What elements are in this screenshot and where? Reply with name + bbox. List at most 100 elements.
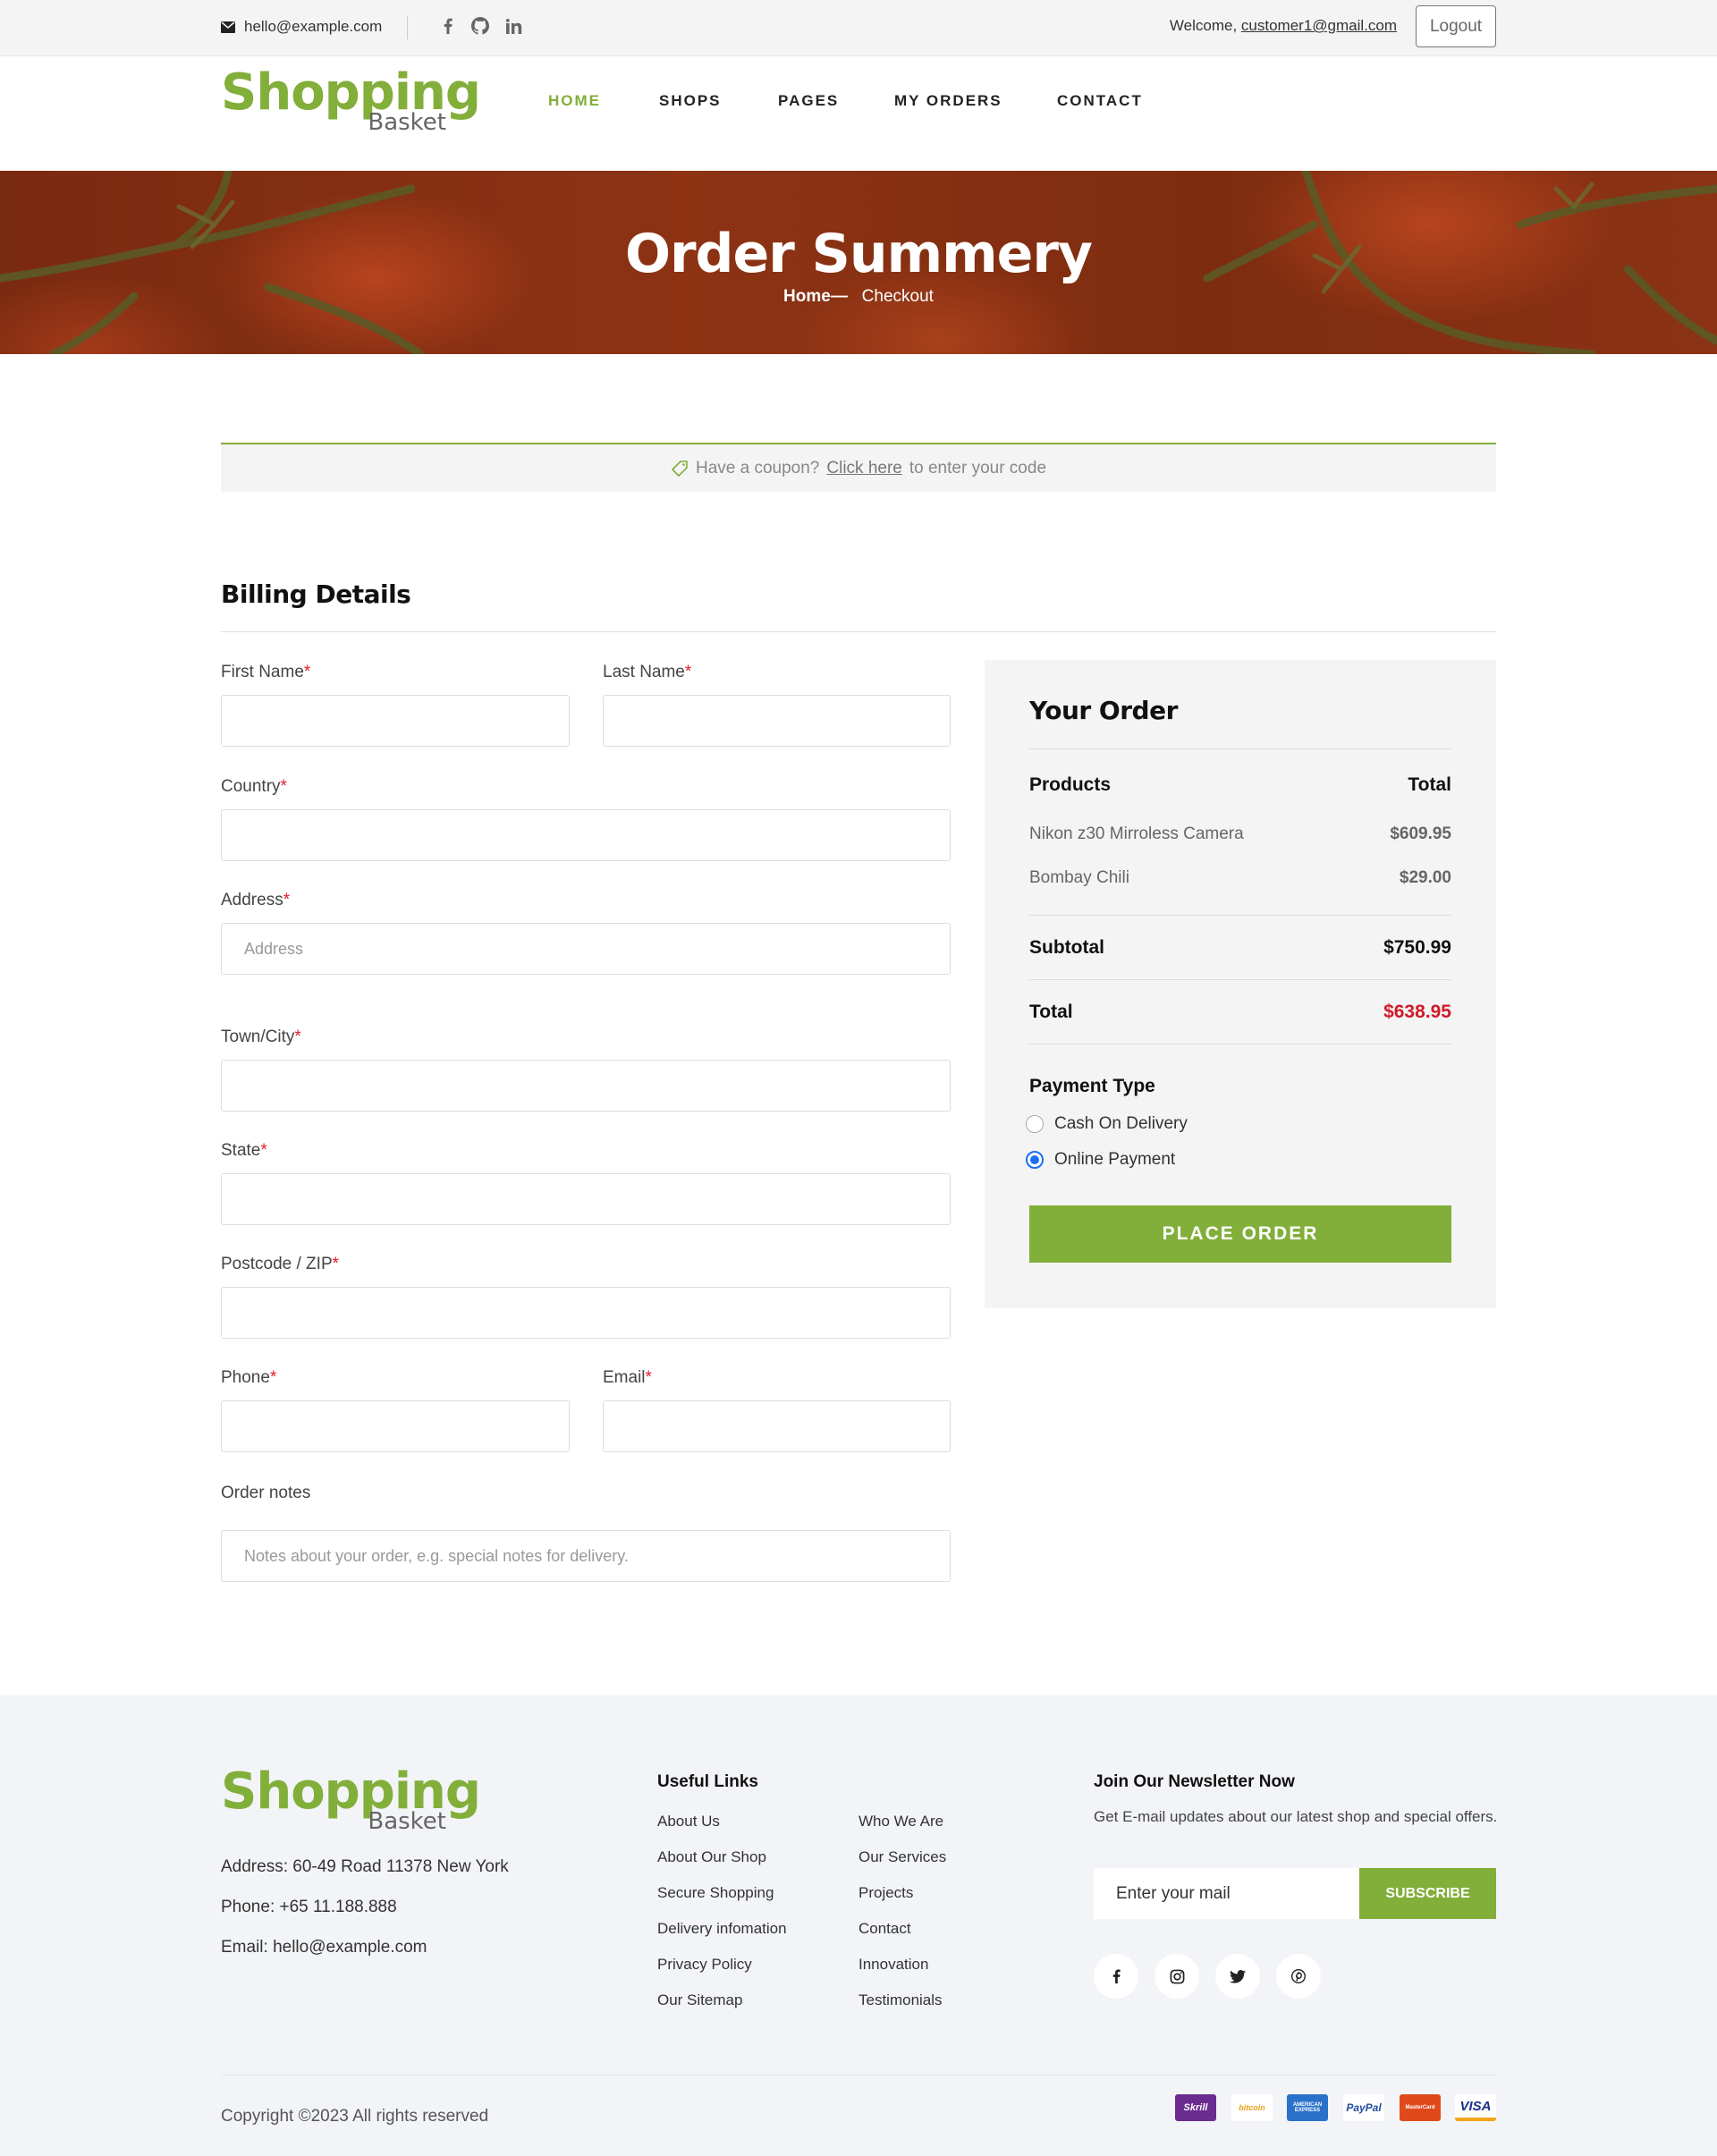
copyright-text: Copyright ©2023 All rights reserved <box>221 2107 489 2126</box>
subtotal-label: Subtotal <box>1029 937 1104 958</box>
total-value: $638.95 <box>1383 1002 1451 1022</box>
bitcoin-icon: bitcoin <box>1231 2094 1273 2121</box>
nav-pages[interactable]: PAGES <box>778 92 839 110</box>
nav-contact[interactable]: CONTACT <box>1057 92 1143 110</box>
divider <box>1029 979 1451 980</box>
site-logo[interactable]: Shopping Basket <box>221 68 481 140</box>
postcode-field[interactable] <box>221 1287 951 1339</box>
pinterest-icon[interactable] <box>1276 1954 1321 1999</box>
welcome-text: Welcome, customer1@gmail.com <box>1170 17 1397 35</box>
twitter-icon[interactable] <box>1215 1954 1260 1999</box>
state-field[interactable] <box>221 1173 951 1225</box>
tag-icon <box>672 460 688 477</box>
billing-title: Billing Details <box>221 579 411 609</box>
breadcrumb-current: Checkout <box>861 287 934 306</box>
footer-link-delivery[interactable]: Delivery infomation <box>657 1920 787 1938</box>
footer-link-about-shop[interactable]: About Our Shop <box>657 1848 766 1866</box>
order-title: Your Order <box>1029 696 1178 725</box>
address-label: Address* <box>221 891 291 909</box>
paypal-icon: PayPal <box>1343 2094 1384 2121</box>
first-name-field[interactable] <box>221 695 570 747</box>
footer-link-about-us[interactable]: About Us <box>657 1813 720 1830</box>
radio-button[interactable] <box>1026 1115 1044 1133</box>
order-notes-label: Order notes <box>221 1484 311 1502</box>
footer-logo[interactable]: Shopping Basket <box>221 1767 481 1839</box>
github-icon[interactable] <box>469 14 492 38</box>
useful-links-title: Useful Links <box>657 1772 758 1791</box>
coupon-suffix: to enter your code <box>909 458 1047 478</box>
divider <box>1029 748 1451 749</box>
state-label: State* <box>221 1141 267 1160</box>
town-field[interactable] <box>221 1060 951 1112</box>
footer-link-innovation[interactable]: Innovation <box>858 1956 928 1974</box>
page-banner: Order Summery Home— Checkout <box>0 171 1717 354</box>
radio-button-selected[interactable] <box>1026 1151 1044 1169</box>
footer-link-sitemap[interactable]: Our Sitemap <box>657 1991 742 2009</box>
town-label: Town/City* <box>221 1027 301 1046</box>
footer-link-secure-shopping[interactable]: Secure Shopping <box>657 1884 774 1902</box>
footer-link-services[interactable]: Our Services <box>858 1848 946 1866</box>
divider <box>221 631 1496 632</box>
last-name-field[interactable] <box>603 695 951 747</box>
facebook-icon[interactable] <box>1094 1954 1138 1999</box>
logout-button[interactable]: Logout <box>1416 5 1496 47</box>
total-header: Total <box>1408 774 1451 795</box>
payment-option-label: Online Payment <box>1054 1150 1176 1169</box>
newsletter-description: Get E-mail updates about our latest shop… <box>1094 1808 1498 1825</box>
divider <box>1029 915 1451 916</box>
country-field[interactable] <box>221 809 951 861</box>
facebook-icon[interactable] <box>436 14 460 38</box>
page-title: Order Summery <box>624 223 1093 285</box>
instagram-icon[interactable] <box>1155 1954 1199 1999</box>
country-label: Country* <box>221 777 287 796</box>
address-field[interactable] <box>221 923 951 975</box>
visa-icon: VISA <box>1455 2094 1496 2121</box>
footer-address: Address: 60-49 Road 11378 New York <box>221 1857 509 1876</box>
footer-phone: Phone: +65 11.188.888 <box>221 1898 397 1916</box>
order-item-price: $609.95 <box>1390 824 1451 843</box>
phone-field[interactable] <box>221 1400 570 1452</box>
newsletter-title: Join Our Newsletter Now <box>1094 1772 1295 1791</box>
place-order-button[interactable]: PLACE ORDER <box>1029 1205 1451 1263</box>
order-item-price: $29.00 <box>1399 868 1451 887</box>
user-account-link[interactable]: customer1@gmail.com <box>1241 17 1397 34</box>
payment-option-cod[interactable]: Cash On Delivery <box>1026 1114 1188 1134</box>
order-item-name: Bombay Chili <box>1029 868 1129 887</box>
payment-option-label: Cash On Delivery <box>1054 1114 1188 1133</box>
footer-email: Email: hello@example.com <box>221 1938 427 1957</box>
top-bar: hello@example.com Welcome, customer1@gma… <box>0 0 1717 56</box>
contact-email: hello@example.com <box>221 18 382 36</box>
coupon-prefix: Have a coupon? <box>695 458 820 478</box>
footer-link-privacy[interactable]: Privacy Policy <box>657 1956 752 1974</box>
footer-link-contact[interactable]: Contact <box>858 1920 911 1938</box>
footer-link-projects[interactable]: Projects <box>858 1884 913 1902</box>
subtotal-value: $750.99 <box>1383 937 1451 958</box>
subscribe-button[interactable]: SUBSCRIBE <box>1359 1868 1496 1919</box>
first-name-label: First Name* <box>221 663 311 681</box>
nav-my-orders[interactable]: MY ORDERS <box>894 92 1002 110</box>
nav-home[interactable]: HOME <box>548 92 601 110</box>
phone-label: Phone* <box>221 1368 277 1387</box>
order-notes-field[interactable] <box>221 1530 951 1582</box>
logo-sub-text: Basket <box>368 109 446 136</box>
mail-icon <box>221 21 235 33</box>
nav-shops[interactable]: SHOPS <box>659 92 722 110</box>
footer-link-testimonials[interactable]: Testimonials <box>858 1991 943 2009</box>
payment-type-title: Payment Type <box>1029 1076 1155 1096</box>
linkedin-icon[interactable] <box>503 14 526 38</box>
total-label: Total <box>1029 1002 1073 1022</box>
footer-link-who-we-are[interactable]: Who We Are <box>858 1813 943 1830</box>
breadcrumb: Home— Checkout <box>0 287 1717 307</box>
mastercard-icon: MasterCard <box>1400 2094 1441 2121</box>
coupon-bar: Have a coupon? Click here to enter your … <box>221 443 1496 492</box>
products-header: Products <box>1029 774 1112 795</box>
divider <box>407 16 408 39</box>
email-field[interactable] <box>603 1400 951 1452</box>
breadcrumb-home[interactable]: Home— <box>783 287 848 306</box>
divider <box>221 2075 1496 2076</box>
amex-icon: AMERICAN EXPRESS <box>1287 2094 1328 2121</box>
newsletter-email-input[interactable] <box>1094 1868 1359 1919</box>
coupon-link[interactable]: Click here <box>826 459 901 478</box>
payment-option-online[interactable]: Online Payment <box>1026 1150 1175 1170</box>
last-name-label: Last Name* <box>603 663 692 681</box>
